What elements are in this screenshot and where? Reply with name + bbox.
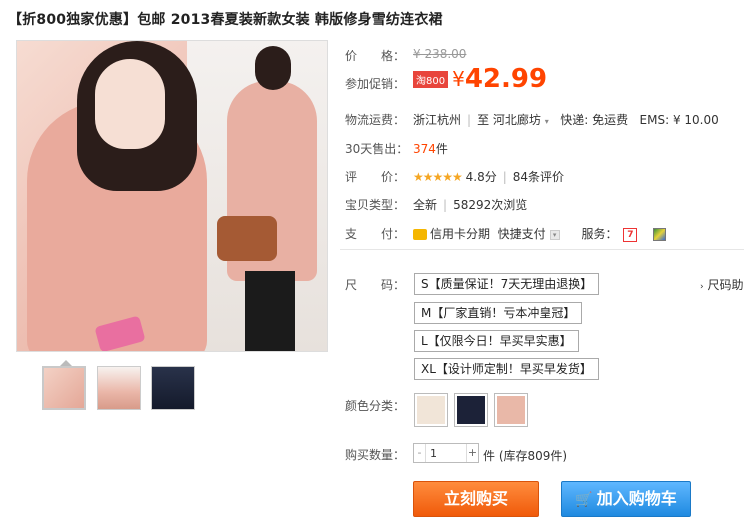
type-label: 宝贝类型：: [345, 198, 406, 212]
chevron-down-icon: ▾: [544, 117, 549, 126]
quantity-decrease-button[interactable]: -: [414, 444, 426, 462]
ship-from: 浙江杭州: [413, 113, 462, 127]
view-count: 58292次浏览: [453, 198, 528, 212]
size-guide-link[interactable]: › 尺码助: [700, 276, 743, 293]
add-to-cart-label: 加入购物车: [596, 489, 677, 508]
color-swatch-pink[interactable]: [494, 393, 528, 427]
credit-card-icon: [413, 229, 427, 240]
credit-installment[interactable]: 信用卡分期: [430, 227, 490, 241]
quantity-label: 购买数量：: [345, 448, 406, 462]
payment-label: 支 付：: [345, 227, 406, 241]
price-label: 价 格：: [345, 49, 406, 63]
stock-info: 件 (库存809件): [483, 449, 568, 463]
ems-fee: EMS: ¥ 10.00: [639, 113, 719, 127]
model-face: [95, 59, 165, 149]
guarantee-icon[interactable]: [653, 228, 667, 241]
product-title: 【折800独家优惠】包邮 2013春夏装新款女装 韩版修身雪纺连衣裙: [8, 12, 443, 28]
payment-info: 信用卡分期 快捷支付 ▾ 服务： 7: [413, 225, 667, 242]
add-to-cart-button[interactable]: 🛒 加入购物车: [561, 481, 691, 517]
shipping-info: 浙江杭州 | 至 河北廊坊 ▾ 快递: 免运费 EMS: ¥ 10.00: [413, 113, 719, 127]
type-info: 全新 | 58292次浏览: [413, 198, 528, 212]
promo-price-value: 42.99: [464, 64, 548, 94]
quantity-stepper: - +: [413, 443, 479, 463]
thumbnail-1[interactable]: [42, 366, 86, 410]
currency-symbol: ¥: [452, 67, 465, 91]
shipping-label: 物流运费：: [345, 113, 406, 127]
size-option-m[interactable]: M【厂家直销！亏本冲皇冠】: [414, 302, 583, 324]
review-count-link[interactable]: 84条评价: [513, 170, 564, 184]
star-rating-icon: ★★★★★: [413, 170, 463, 184]
chevron-right-icon: ›: [700, 282, 704, 292]
condition: 全新: [413, 198, 438, 212]
sales-info: 374件: [413, 140, 448, 157]
color-swatch-navy[interactable]: [454, 393, 488, 427]
rating-info: ★★★★★ 4.8分 | 84条评价: [413, 170, 565, 184]
size-option-l[interactable]: L【仅限今日！早买早实惠】: [414, 330, 579, 352]
color-label: 颜色分类：: [345, 399, 406, 413]
handbag: [217, 216, 277, 261]
model-legs: [245, 271, 295, 351]
original-price: ¥ 238.00: [413, 47, 466, 61]
model-head: [255, 46, 291, 90]
size-option-xl[interactable]: XL【设计师定制！早买早发货】: [414, 358, 599, 380]
rating-score: 4.8分: [465, 170, 497, 184]
quantity-increase-button[interactable]: +: [466, 444, 478, 462]
section-divider: [340, 249, 744, 250]
thumbnail-3[interactable]: [151, 366, 195, 410]
express-fee: 快递: 免运费: [560, 113, 629, 127]
promo-tag-badge: 淘800: [413, 70, 449, 88]
sales-unit: 件: [435, 142, 448, 156]
thumbnail-2[interactable]: [97, 366, 141, 410]
service-label: 服务：: [581, 227, 618, 241]
dropdown-icon[interactable]: ▾: [549, 229, 560, 240]
ship-to-prefix: 至: [477, 113, 490, 127]
promo-label: 参加促销：: [345, 77, 406, 91]
size-label: 尺 码：: [345, 278, 406, 292]
seven-day-return-icon[interactable]: 7: [623, 227, 638, 242]
quantity-input[interactable]: [428, 445, 464, 461]
size-option-s[interactable]: S【质量保证！7天无理由退换】: [414, 273, 600, 295]
original-price-value: ¥ 238.00: [413, 47, 467, 61]
ship-to-select[interactable]: 河北廊坊 ▾: [493, 113, 549, 127]
sales-label: 30天售出：: [345, 142, 409, 156]
cart-icon: 🛒: [575, 492, 593, 508]
rating-label: 评 价：: [345, 170, 406, 184]
color-swatch-beige[interactable]: [414, 393, 448, 427]
product-main-image[interactable]: [16, 40, 328, 352]
sales-count: 374: [413, 142, 436, 156]
quick-pay[interactable]: 快捷支付: [498, 227, 546, 241]
buy-now-button[interactable]: 立刻购买: [413, 481, 539, 517]
promo-price: 淘800 ¥42.99: [413, 64, 547, 94]
